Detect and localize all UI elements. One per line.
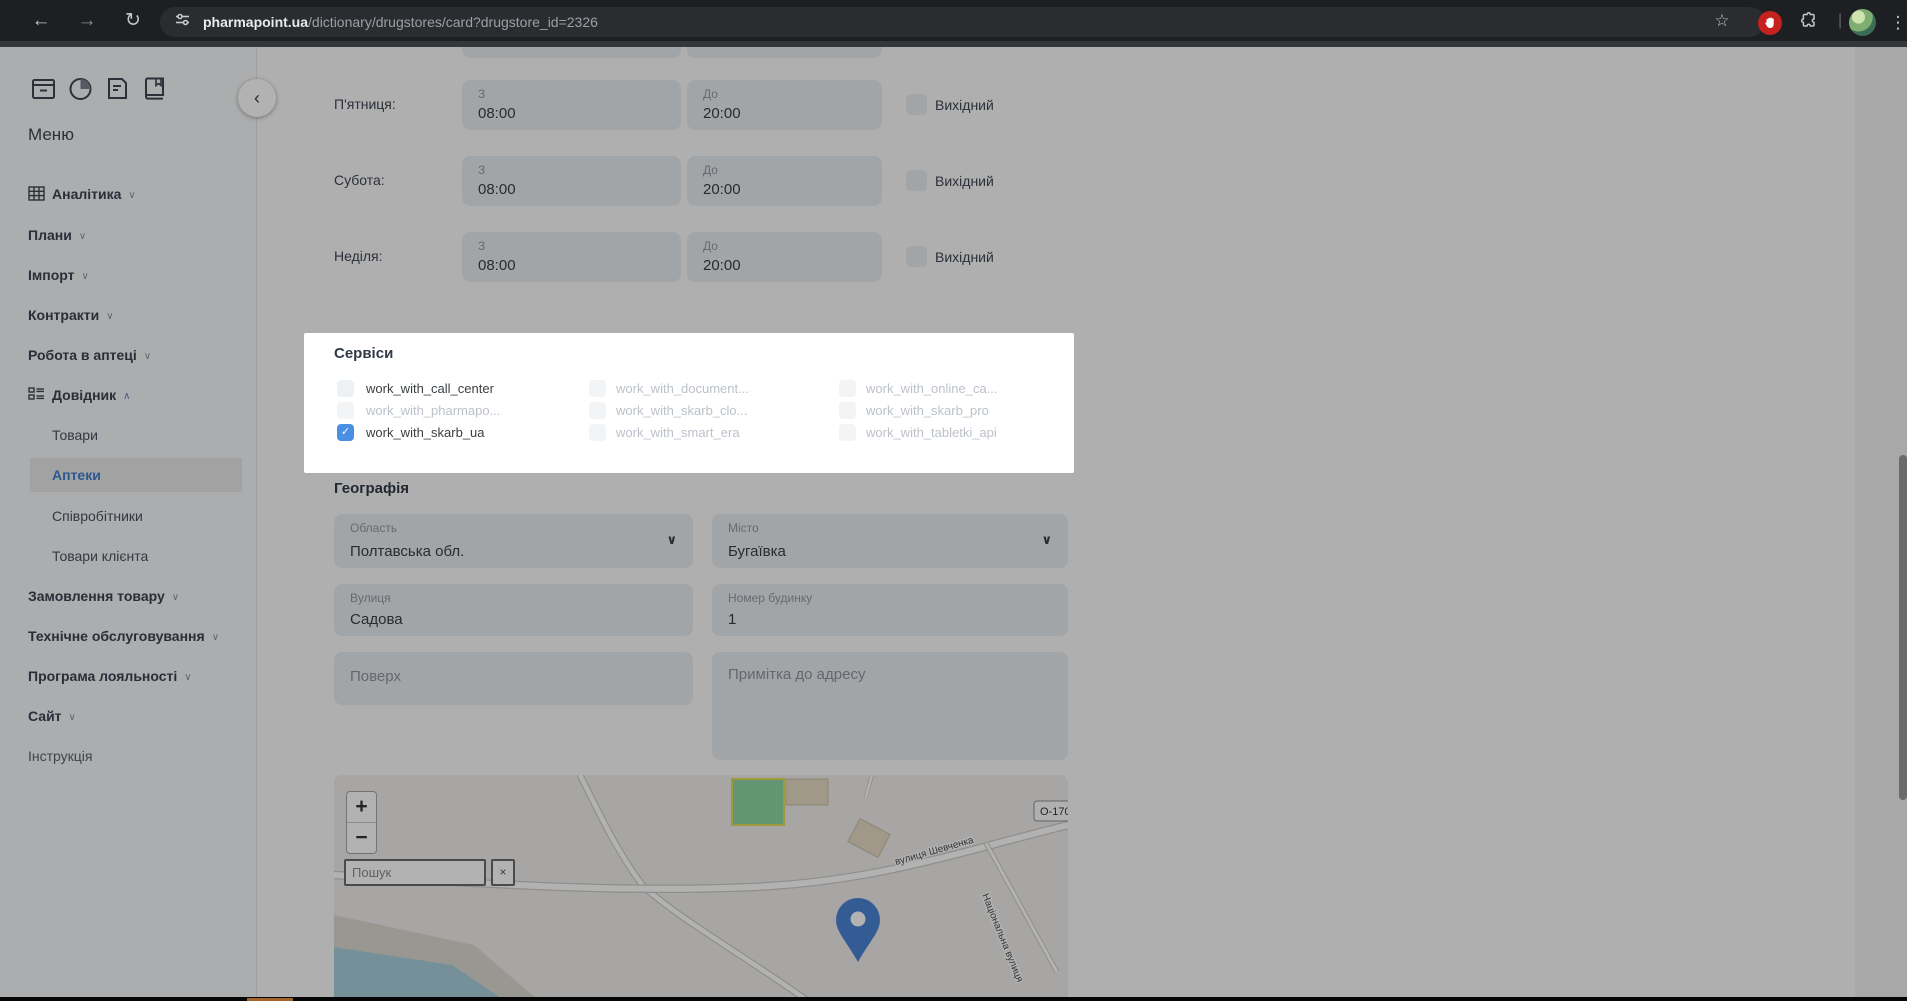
extensions-puzzle-icon[interactable]	[1796, 8, 1822, 34]
service-checkbox-call-center[interactable]	[337, 380, 354, 397]
service-checkbox-smart-era[interactable]	[589, 424, 606, 441]
services-section: Сервіси work_with_call_center work_with_…	[304, 333, 1074, 473]
service-label: work_with_tabletki_api	[866, 425, 997, 440]
service-checkbox-online-ca[interactable]	[839, 380, 856, 397]
service-checkbox-document[interactable]	[589, 380, 606, 397]
page-root: ← → ↻ pharmapoint.ua/dictionary/drugstor…	[0, 0, 1907, 1001]
service-label: work_with_pharmapo...	[366, 403, 500, 418]
service-checkbox-pharmapo[interactable]	[337, 402, 354, 419]
adblock-extension-icon[interactable]	[1758, 11, 1782, 35]
services-title: Сервіси	[334, 345, 393, 362]
service-label: work_with_document...	[616, 381, 749, 396]
service-label: work_with_online_ca...	[866, 381, 998, 396]
service-label: work_with_skarb_ua	[366, 425, 485, 440]
browser-toolbar: ← → ↻ pharmapoint.ua/dictionary/drugstor…	[0, 0, 1907, 47]
forward-icon[interactable]: →	[74, 8, 100, 34]
browser-menu-icon[interactable]: ⋮	[1889, 9, 1907, 37]
check-icon: ✓	[341, 426, 350, 438]
back-icon[interactable]: ←	[28, 8, 54, 34]
bottom-edge-bar	[0, 997, 1907, 1001]
service-label: work_with_skarb_clo...	[616, 403, 748, 418]
service-label: work_with_call_center	[366, 381, 494, 396]
site-info-icon[interactable]	[174, 11, 191, 33]
toolbar-divider: |	[1838, 12, 1842, 30]
service-checkbox-skarb-ua[interactable]: ✓	[337, 424, 354, 441]
dim-overlay	[0, 47, 1907, 1001]
address-bar[interactable]: pharmapoint.ua/dictionary/drugstores/car…	[160, 7, 1765, 37]
service-label: work_with_smart_era	[616, 425, 740, 440]
url-text: pharmapoint.ua/dictionary/drugstores/car…	[203, 14, 598, 30]
toolbar-bottom-edge	[0, 41, 1907, 47]
bookmark-star-icon[interactable]: ☆	[1709, 8, 1735, 34]
service-label: work_with_skarb_pro	[866, 403, 989, 418]
profile-avatar[interactable]	[1849, 9, 1876, 36]
service-checkbox-tabletki-api[interactable]	[839, 424, 856, 441]
service-checkbox-skarb-clo[interactable]	[589, 402, 606, 419]
reload-icon[interactable]: ↻	[120, 8, 146, 34]
service-checkbox-skarb-pro[interactable]	[839, 402, 856, 419]
